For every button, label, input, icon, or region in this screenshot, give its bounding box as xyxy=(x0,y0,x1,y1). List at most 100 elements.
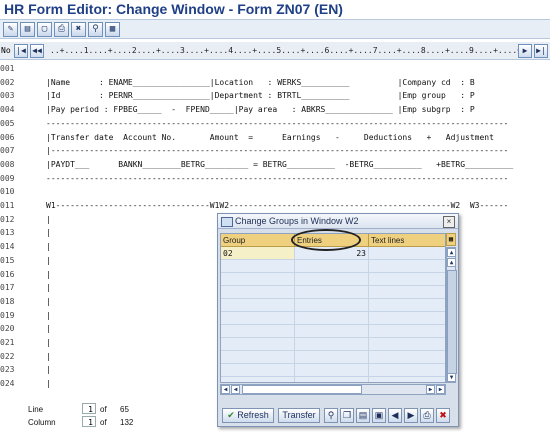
table-cell-group[interactable] xyxy=(221,338,295,351)
editor-line[interactable]: 008 |PAYDT___ BANKN________BETRG_________… xyxy=(0,158,550,171)
scroll-up-icon[interactable]: ▲ xyxy=(447,248,456,257)
table-cell-group[interactable] xyxy=(221,325,295,338)
line-text[interactable]: |Id : PERNR________________|Department :… xyxy=(46,89,475,102)
last-column-icon[interactable]: ▶| xyxy=(534,44,548,58)
form-icon[interactable]: ▤ xyxy=(20,22,35,37)
line-text[interactable]: | xyxy=(46,281,51,294)
line-text[interactable]: | xyxy=(46,268,51,281)
window-icon[interactable]: ▢ xyxy=(37,22,52,37)
table-cell-text-lines[interactable] xyxy=(369,338,445,351)
line-text[interactable]: ----------------------------------------… xyxy=(46,117,508,130)
table-cell-text-lines[interactable] xyxy=(369,325,445,338)
editor-line[interactable]: 011 W1--------------------------------W1W… xyxy=(0,199,550,212)
table-cell-group[interactable] xyxy=(221,364,295,377)
scroll-last-icon[interactable]: ▶ xyxy=(436,385,445,394)
next-icon[interactable]: ▶ xyxy=(404,408,418,423)
print-icon[interactable]: ⎙ xyxy=(420,408,434,423)
search-icon[interactable]: ⚲ xyxy=(88,22,103,37)
line-text[interactable]: ----------------------------------------… xyxy=(46,172,508,185)
table-cell-text-lines[interactable] xyxy=(369,273,445,286)
line-text[interactable]: | xyxy=(46,322,51,335)
editor-line[interactable]: 006 |Transfer date Account No. Amount = E… xyxy=(0,131,550,144)
refresh-button[interactable]: ✔ Refresh xyxy=(222,408,274,423)
paste-icon[interactable]: ▤ xyxy=(356,408,370,423)
table-cell-entries[interactable] xyxy=(295,338,369,351)
table-cell-group[interactable] xyxy=(221,260,295,273)
scroll-right-icon[interactable]: ▶ xyxy=(426,385,435,394)
transfer-button[interactable]: Transfer xyxy=(278,408,320,423)
line-text[interactable]: | xyxy=(46,240,51,253)
table-icon[interactable]: ▦ xyxy=(105,22,120,37)
table-cell-group[interactable] xyxy=(221,312,295,325)
line-text[interactable]: W1--------------------------------W1W2--… xyxy=(46,199,508,212)
line-text[interactable]: | xyxy=(46,254,51,267)
table-cell-text-lines[interactable] xyxy=(369,286,445,299)
line-text[interactable]: | xyxy=(46,350,51,363)
table-cell-entries[interactable] xyxy=(295,325,369,338)
column-header-text-lines[interactable]: Text lines xyxy=(369,234,445,247)
table-cell-group[interactable] xyxy=(221,273,295,286)
prev-icon[interactable]: ◀ xyxy=(388,408,402,423)
copy-icon[interactable]: ❐ xyxy=(340,408,354,423)
table-cell-group[interactable] xyxy=(221,377,295,382)
table-cell-entries[interactable] xyxy=(295,377,369,382)
table-cell-text-lines[interactable] xyxy=(369,377,445,382)
editor-line[interactable]: 010 xyxy=(0,185,550,198)
table-cell-text-lines[interactable] xyxy=(369,364,445,377)
line-text[interactable]: | xyxy=(46,336,51,349)
table-settings-icon[interactable]: ▦ xyxy=(446,233,456,246)
table-cell-entries[interactable] xyxy=(295,273,369,286)
table-cell-entries[interactable] xyxy=(295,312,369,325)
table-cell-text-lines[interactable] xyxy=(369,260,445,273)
horizontal-scroll-thumb[interactable] xyxy=(242,385,362,394)
table-cell-group[interactable] xyxy=(221,299,295,312)
table-cell-entries[interactable] xyxy=(295,351,369,364)
vertical-scrollbar[interactable]: ▲ ▲ ▼ xyxy=(446,247,457,383)
close-icon[interactable]: × xyxy=(443,216,455,228)
table-cell-group[interactable] xyxy=(221,286,295,299)
prev-column-icon[interactable]: ◀◀ xyxy=(30,44,44,58)
editor-line[interactable]: 007 |------------------------------------… xyxy=(0,144,550,157)
line-text[interactable]: | xyxy=(46,363,51,376)
scroll-left-icon[interactable]: ◀ xyxy=(231,385,240,394)
line-text[interactable]: |Name : ENAME________________|Location :… xyxy=(46,76,475,89)
editor-line[interactable]: 002 |Name : ENAME________________|Locatio… xyxy=(0,76,550,89)
scroll-down-icon[interactable]: ▼ xyxy=(447,373,456,382)
editor-line[interactable]: 005 -------------------------------------… xyxy=(0,117,550,130)
line-text[interactable]: |Pay period : FPBEG_____ - FPEND_____|Pa… xyxy=(46,103,475,116)
scroll-first-icon[interactable]: ◀ xyxy=(221,385,230,394)
next-column-icon[interactable]: ▶ xyxy=(518,44,532,58)
table-cell-text-lines[interactable] xyxy=(369,299,445,312)
table-cell-group[interactable] xyxy=(221,351,295,364)
table-cell-text-lines[interactable] xyxy=(369,247,445,260)
line-text[interactable]: | xyxy=(46,295,51,308)
pencil-glasses-icon[interactable]: ✎ xyxy=(3,22,18,37)
save-icon[interactable]: ▣ xyxy=(372,408,386,423)
column-header-group[interactable]: Group xyxy=(221,234,295,247)
first-column-icon[interactable]: |◀ xyxy=(14,44,28,58)
vertical-scroll-thumb[interactable] xyxy=(447,270,457,374)
line-text[interactable]: | xyxy=(46,309,51,322)
editor-line[interactable]: 001 xyxy=(0,62,550,75)
search-icon[interactable]: ⚲ xyxy=(324,408,338,423)
line-text[interactable]: | xyxy=(46,226,51,239)
delete-icon[interactable]: ✖ xyxy=(71,22,86,37)
table-cell-entries[interactable] xyxy=(295,286,369,299)
editor-line[interactable]: 004 |Pay period : FPBEG_____ - FPEND_____… xyxy=(0,103,550,116)
line-text[interactable]: | xyxy=(46,377,51,390)
table-cell-text-lines[interactable] xyxy=(369,351,445,364)
horizontal-scrollbar[interactable]: ◀ ◀ ▶ ▶ xyxy=(220,384,446,395)
cancel-icon[interactable]: ✖ xyxy=(436,408,450,423)
line-text[interactable]: |PAYDT___ BANKN________BETRG_________ = … xyxy=(46,158,513,171)
table-cell-entries[interactable] xyxy=(295,364,369,377)
line-text[interactable]: | xyxy=(46,213,51,226)
line-text[interactable]: |Transfer date Account No. Amount = Earn… xyxy=(46,131,494,144)
table-cell-text-lines[interactable] xyxy=(369,312,445,325)
editor-line[interactable]: 003 |Id : PERNR________________|Departmen… xyxy=(0,89,550,102)
line-text[interactable]: |---------------------------------------… xyxy=(46,144,508,157)
print-icon[interactable]: ⎙ xyxy=(54,22,69,37)
scroll-up-page-icon[interactable]: ▲ xyxy=(447,258,456,267)
editor-line[interactable]: 009 -------------------------------------… xyxy=(0,172,550,185)
table-cell-entries[interactable] xyxy=(295,260,369,273)
table-cell-entries[interactable] xyxy=(295,299,369,312)
